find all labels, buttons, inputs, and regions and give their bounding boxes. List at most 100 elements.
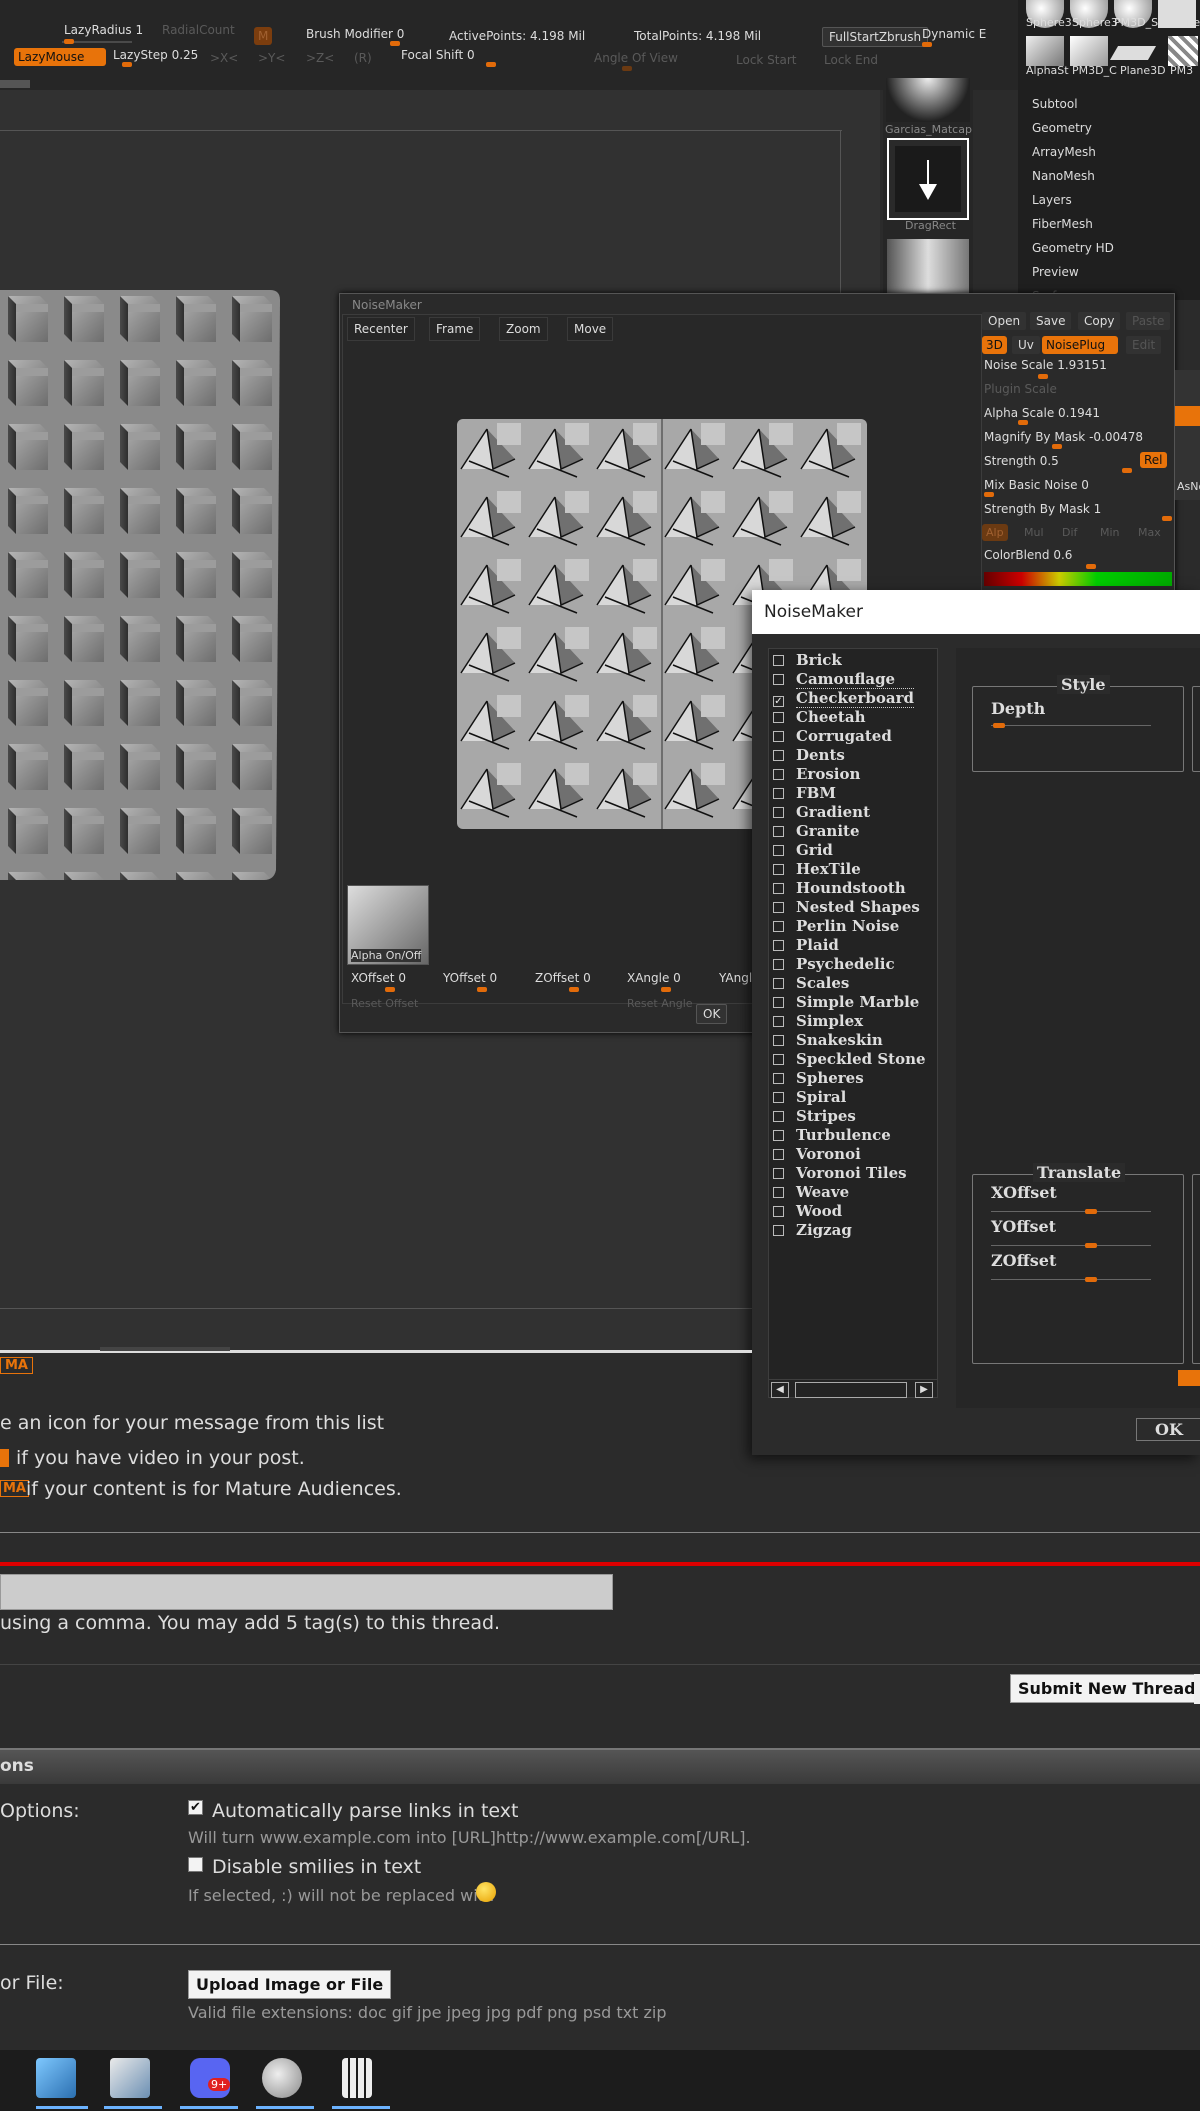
image-viewer-icon[interactable]: [110, 2058, 150, 2098]
scroll-thumb[interactable]: [795, 1382, 907, 1398]
noise-type-item[interactable]: Simple Marble: [773, 993, 919, 1012]
noise-type-item[interactable]: Snakeskin: [773, 1031, 883, 1050]
noise-type-item[interactable]: Dents: [773, 746, 845, 765]
lazy-radius-knob[interactable]: [64, 39, 74, 44]
noise-type-item[interactable]: Camouflage: [773, 670, 895, 689]
menu-subtool[interactable]: Subtool: [1032, 97, 1078, 111]
noise-type-checkbox[interactable]: [773, 1054, 784, 1065]
color-blend-slider[interactable]: ColorBlend 0.6: [984, 548, 1072, 562]
mix-basic-noise-slider[interactable]: Mix Basic Noise 0: [984, 478, 1089, 492]
zoom-button[interactable]: Zoom: [499, 317, 548, 341]
lazy-mouse-button[interactable]: LazyMouse: [14, 48, 106, 66]
noise-type-item[interactable]: Spiral: [773, 1088, 846, 1107]
noise-type-item[interactable]: Corrugated: [773, 727, 892, 746]
speaker-icon[interactable]: [262, 2058, 302, 2098]
blend-mul-button[interactable]: Mul: [1024, 526, 1044, 539]
reset-offset-button[interactable]: Reset Offset: [351, 997, 418, 1010]
depth-slider[interactable]: [991, 723, 1151, 728]
noise-type-checkbox[interactable]: [773, 1130, 784, 1141]
noise-type-item[interactable]: Grid: [773, 841, 833, 860]
noise-type-checkbox[interactable]: [773, 826, 784, 837]
rel-button[interactable]: Rel: [1140, 452, 1167, 468]
magnify-by-mask-slider[interactable]: Magnify By Mask -0.00478: [984, 430, 1143, 444]
noise-type-item[interactable]: Zigzag: [773, 1221, 852, 1240]
menu-nanomesh[interactable]: NanoMesh: [1032, 169, 1095, 183]
noiseplug-button[interactable]: NoisePlug: [1042, 336, 1118, 354]
menu-preview[interactable]: Preview: [1032, 265, 1079, 279]
mask-button[interactable]: M: [254, 27, 273, 45]
3d-button[interactable]: 3D: [982, 336, 1007, 354]
dynamic-button[interactable]: Dynamic E: [922, 27, 986, 41]
lazy-step-slider[interactable]: LazyStep 0.25: [113, 48, 198, 62]
xoffset-param-knob[interactable]: [1085, 1209, 1097, 1214]
lazy-radius-track[interactable]: [62, 39, 132, 44]
save-button[interactable]: Save: [1030, 312, 1072, 330]
noise-type-item[interactable]: Gradient: [773, 803, 870, 822]
mix-basic-knob[interactable]: [984, 492, 994, 497]
menu-arraymesh[interactable]: ArrayMesh: [1032, 145, 1096, 159]
brush-modifier-knob[interactable]: [390, 41, 400, 46]
noise-type-item[interactable]: Psychedelic: [773, 955, 895, 974]
y-symmetry-button[interactable]: >Y<: [258, 51, 285, 65]
noise-type-item[interactable]: Weave: [773, 1183, 849, 1202]
noise-type-checkbox[interactable]: [773, 1187, 784, 1198]
noise-type-checkbox[interactable]: [773, 674, 784, 685]
xoffset-param-slider[interactable]: [991, 1209, 1151, 1214]
xangle-knob[interactable]: [661, 987, 671, 992]
alpha-thumb[interactable]: [1026, 36, 1064, 66]
uv-button[interactable]: Uv: [1012, 336, 1040, 354]
dragrect-thumb[interactable]: [887, 138, 969, 220]
noise-type-item[interactable]: Granite: [773, 822, 860, 841]
plugin-scale-slider[interactable]: Plugin Scale: [984, 382, 1057, 396]
noise-type-checkbox[interactable]: [773, 655, 784, 666]
side-orange-button[interactable]: [1175, 406, 1200, 426]
paste-button[interactable]: Paste: [1126, 312, 1171, 330]
xoffset-slider[interactable]: XOffset 0: [351, 971, 406, 985]
strength-by-mask-slider[interactable]: Strength By Mask 1: [984, 502, 1101, 516]
radial-symmetry-button[interactable]: (R): [354, 51, 372, 65]
menu-geometry-hd[interactable]: Geometry HD: [1032, 241, 1114, 255]
noise-type-item[interactable]: Brick: [773, 651, 842, 670]
angle-of-view-knob[interactable]: [622, 66, 632, 71]
xoffset-knob[interactable]: [385, 987, 395, 992]
tags-input[interactable]: [0, 1574, 613, 1610]
noise-type-checkbox[interactable]: [773, 864, 784, 875]
yoffset-param-slider[interactable]: [991, 1243, 1151, 1248]
blend-dif-button[interactable]: Dif: [1062, 526, 1077, 539]
noise-type-item[interactable]: Scales: [773, 974, 849, 993]
noise-type-checkbox[interactable]: [773, 883, 784, 894]
xangle-slider[interactable]: XAngle 0: [627, 971, 681, 985]
sculpt-model[interactable]: [0, 290, 282, 880]
zoffset-param-slider[interactable]: [991, 1277, 1151, 1282]
angle-of-view-slider[interactable]: Angle Of View: [594, 51, 678, 65]
yoffset-knob[interactable]: [477, 987, 487, 992]
recenter-button[interactable]: Recenter: [347, 317, 415, 341]
noise-type-checkbox[interactable]: [773, 788, 784, 799]
disable-smilies-checkbox[interactable]: [188, 1857, 203, 1872]
noise-type-item[interactable]: Cheetah: [773, 708, 866, 727]
full-start-zbrush-button[interactable]: FullStartZbrush: [822, 27, 929, 47]
noise-type-checkbox[interactable]: [773, 1168, 784, 1179]
noise-type-item[interactable]: Erosion: [773, 765, 860, 784]
zoffset-knob[interactable]: [569, 987, 579, 992]
strength-slider[interactable]: Strength 0.5: [984, 454, 1059, 468]
pm3-thumb[interactable]: [1168, 36, 1198, 66]
noise-type-checkbox[interactable]: [773, 1225, 784, 1236]
noise-type-checkbox[interactable]: [773, 902, 784, 913]
noise-type-checkbox[interactable]: [773, 807, 784, 818]
dialog-ok-button[interactable]: OK: [1136, 1418, 1200, 1441]
noise-type-checkbox[interactable]: [773, 959, 784, 970]
noisemaker-ok-button[interactable]: OK: [696, 1004, 728, 1024]
blend-alp-button[interactable]: Alp: [982, 524, 1008, 541]
noise-type-checkbox[interactable]: [773, 1016, 784, 1027]
notepad-icon[interactable]: [36, 2058, 76, 2098]
toolbar-tab-handle[interactable]: [100, 1347, 230, 1351]
noise-type-item[interactable]: Speckled Stone: [773, 1050, 926, 1069]
yoffset-slider[interactable]: YOffset 0: [443, 971, 497, 985]
noise-type-checkbox[interactable]: [773, 940, 784, 951]
lazy-radius-slider[interactable]: LazyRadius 1: [64, 23, 143, 37]
dynamic-knob[interactable]: [922, 42, 932, 47]
list-hscrollbar[interactable]: ◀ ▶: [769, 1379, 937, 1399]
blend-min-button[interactable]: Min: [1100, 526, 1120, 539]
noise-type-item[interactable]: Simplex: [773, 1012, 863, 1031]
